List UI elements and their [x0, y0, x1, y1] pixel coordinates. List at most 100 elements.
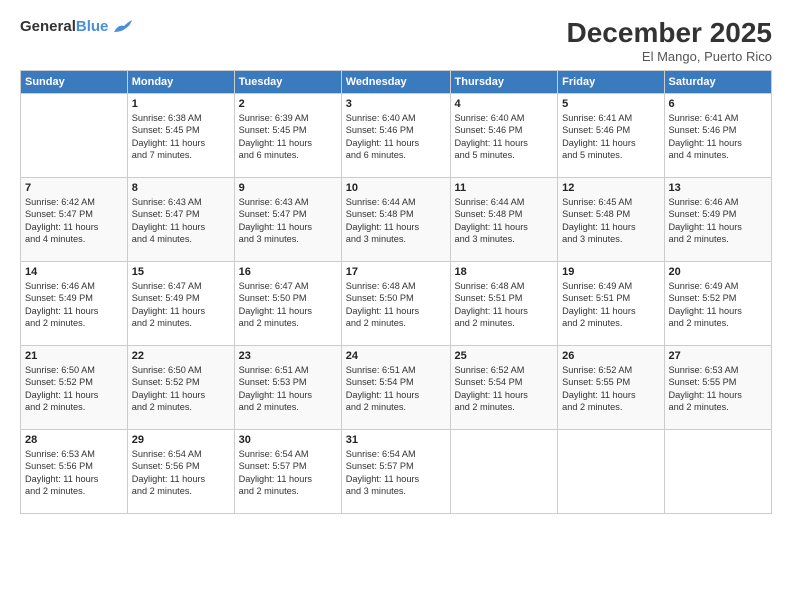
- day-info: Sunrise: 6:52 AMSunset: 5:54 PMDaylight:…: [455, 364, 554, 414]
- table-cell: 23Sunrise: 6:51 AMSunset: 5:53 PMDayligh…: [234, 345, 341, 429]
- day-info: Sunrise: 6:38 AMSunset: 5:45 PMDaylight:…: [132, 112, 230, 162]
- day-number: 6: [669, 98, 768, 110]
- table-cell: 7 Sunrise: 6:42 AMSunset: 5:47 PMDaylight…: [21, 177, 128, 261]
- table-cell: 14 Sunrise: 6:46 AMSunset: 5:49 PMDayligh…: [21, 261, 128, 345]
- header-saturday: Saturday: [664, 70, 772, 93]
- day-number: 24: [346, 350, 446, 362]
- day-number: 10: [346, 182, 446, 194]
- day-info: Sunrise: 6:46 AMSunset: 5:49 PMDaylight:…: [669, 196, 768, 246]
- table-cell: 22Sunrise: 6:50 AMSunset: 5:52 PMDayligh…: [127, 345, 234, 429]
- table-cell: [558, 429, 664, 513]
- day-info: Sunrise: 6:42 AMSunset: 5:47 PMDaylight:…: [25, 196, 123, 246]
- table-cell: 1 Sunrise: 6:38 AMSunset: 5:45 PMDaylight…: [127, 93, 234, 177]
- day-number: 5: [562, 98, 659, 110]
- day-info: Sunrise: 6:50 AMSunset: 5:52 PMDaylight:…: [25, 364, 123, 414]
- header-wednesday: Wednesday: [341, 70, 450, 93]
- table-cell: 31 Sunrise: 6:54 AMSunset: 5:57 PMDayligh…: [341, 429, 450, 513]
- calendar-title: December 2025: [567, 18, 772, 49]
- day-info: Sunrise: 6:51 AMSunset: 5:53 PMDaylight:…: [239, 364, 337, 414]
- day-number: 17: [346, 266, 446, 278]
- table-cell: 26Sunrise: 6:52 AMSunset: 5:55 PMDayligh…: [558, 345, 664, 429]
- table-cell: 19 Sunrise: 6:49 AMSunset: 5:51 PMDayligh…: [558, 261, 664, 345]
- header-thursday: Thursday: [450, 70, 558, 93]
- day-number: 20: [669, 266, 768, 278]
- day-info: Sunrise: 6:44 AMSunset: 5:48 PMDaylight:…: [455, 196, 554, 246]
- calendar-subtitle: El Mango, Puerto Rico: [567, 49, 772, 64]
- week-row-4: 21Sunrise: 6:50 AMSunset: 5:52 PMDayligh…: [21, 345, 772, 429]
- day-info: Sunrise: 6:54 AMSunset: 5:57 PMDaylight:…: [346, 448, 446, 498]
- day-number: 31: [346, 434, 446, 446]
- day-number: 14: [25, 266, 123, 278]
- day-number: 1: [132, 98, 230, 110]
- day-info: Sunrise: 6:48 AMSunset: 5:50 PMDaylight:…: [346, 280, 446, 330]
- table-cell: 6 Sunrise: 6:41 AMSunset: 5:46 PMDaylight…: [664, 93, 772, 177]
- page: GeneralBlue December 2025 El Mango, Puer…: [0, 0, 792, 612]
- logo-bird-icon: [112, 18, 134, 36]
- day-number: 8: [132, 182, 230, 194]
- day-number: 30: [239, 434, 337, 446]
- day-number: 12: [562, 182, 659, 194]
- day-info: Sunrise: 6:41 AMSunset: 5:46 PMDaylight:…: [562, 112, 659, 162]
- table-cell: 8 Sunrise: 6:43 AMSunset: 5:47 PMDaylight…: [127, 177, 234, 261]
- logo-blue: Blue: [76, 18, 109, 35]
- day-info: Sunrise: 6:44 AMSunset: 5:48 PMDaylight:…: [346, 196, 446, 246]
- day-number: 25: [455, 350, 554, 362]
- table-cell: 29Sunrise: 6:54 AMSunset: 5:56 PMDayligh…: [127, 429, 234, 513]
- header-monday: Monday: [127, 70, 234, 93]
- day-info: Sunrise: 6:49 AMSunset: 5:52 PMDaylight:…: [669, 280, 768, 330]
- day-info: Sunrise: 6:46 AMSunset: 5:49 PMDaylight:…: [25, 280, 123, 330]
- day-number: 15: [132, 266, 230, 278]
- day-info: Sunrise: 6:39 AMSunset: 5:45 PMDaylight:…: [239, 112, 337, 162]
- day-info: Sunrise: 6:47 AMSunset: 5:49 PMDaylight:…: [132, 280, 230, 330]
- table-cell: 16Sunrise: 6:47 AMSunset: 5:50 PMDayligh…: [234, 261, 341, 345]
- day-info: Sunrise: 6:43 AMSunset: 5:47 PMDaylight:…: [239, 196, 337, 246]
- table-cell: [664, 429, 772, 513]
- header-friday: Friday: [558, 70, 664, 93]
- day-info: Sunrise: 6:48 AMSunset: 5:51 PMDaylight:…: [455, 280, 554, 330]
- day-info: Sunrise: 6:51 AMSunset: 5:54 PMDaylight:…: [346, 364, 446, 414]
- day-info: Sunrise: 6:41 AMSunset: 5:46 PMDaylight:…: [669, 112, 768, 162]
- day-number: 7: [25, 182, 123, 194]
- week-row-1: 1 Sunrise: 6:38 AMSunset: 5:45 PMDaylight…: [21, 93, 772, 177]
- day-info: Sunrise: 6:50 AMSunset: 5:52 PMDaylight:…: [132, 364, 230, 414]
- day-info: Sunrise: 6:45 AMSunset: 5:48 PMDaylight:…: [562, 196, 659, 246]
- table-cell: 18 Sunrise: 6:48 AMSunset: 5:51 PMDayligh…: [450, 261, 558, 345]
- week-row-2: 7 Sunrise: 6:42 AMSunset: 5:47 PMDaylight…: [21, 177, 772, 261]
- day-number: 27: [669, 350, 768, 362]
- day-info: Sunrise: 6:47 AMSunset: 5:50 PMDaylight:…: [239, 280, 337, 330]
- table-cell: [450, 429, 558, 513]
- table-cell: [21, 93, 128, 177]
- table-cell: 28 Sunrise: 6:53 AMSunset: 5:56 PMDayligh…: [21, 429, 128, 513]
- day-info: Sunrise: 6:53 AMSunset: 5:55 PMDaylight:…: [669, 364, 768, 414]
- table-cell: 9 Sunrise: 6:43 AMSunset: 5:47 PMDaylight…: [234, 177, 341, 261]
- day-number: 3: [346, 98, 446, 110]
- day-info: Sunrise: 6:49 AMSunset: 5:51 PMDaylight:…: [562, 280, 659, 330]
- header-row: Sunday Monday Tuesday Wednesday Thursday…: [21, 70, 772, 93]
- day-number: 13: [669, 182, 768, 194]
- day-number: 9: [239, 182, 337, 194]
- table-cell: 10 Sunrise: 6:44 AMSunset: 5:48 PMDayligh…: [341, 177, 450, 261]
- day-info: Sunrise: 6:53 AMSunset: 5:56 PMDaylight:…: [25, 448, 123, 498]
- table-cell: 25 Sunrise: 6:52 AMSunset: 5:54 PMDayligh…: [450, 345, 558, 429]
- table-cell: 11Sunrise: 6:44 AMSunset: 5:48 PMDayligh…: [450, 177, 558, 261]
- table-cell: 3Sunrise: 6:40 AMSunset: 5:46 PMDaylight…: [341, 93, 450, 177]
- table-cell: 5 Sunrise: 6:41 AMSunset: 5:46 PMDaylight…: [558, 93, 664, 177]
- day-info: Sunrise: 6:54 AMSunset: 5:57 PMDaylight:…: [239, 448, 337, 498]
- week-row-5: 28 Sunrise: 6:53 AMSunset: 5:56 PMDayligh…: [21, 429, 772, 513]
- table-cell: 2Sunrise: 6:39 AMSunset: 5:45 PMDaylight…: [234, 93, 341, 177]
- day-number: 29: [132, 434, 230, 446]
- day-info: Sunrise: 6:43 AMSunset: 5:47 PMDaylight:…: [132, 196, 230, 246]
- title-block: December 2025 El Mango, Puerto Rico: [567, 18, 772, 64]
- table-cell: 24 Sunrise: 6:51 AMSunset: 5:54 PMDayligh…: [341, 345, 450, 429]
- header: GeneralBlue December 2025 El Mango, Puer…: [20, 18, 772, 64]
- day-number: 28: [25, 434, 123, 446]
- header-tuesday: Tuesday: [234, 70, 341, 93]
- day-info: Sunrise: 6:52 AMSunset: 5:55 PMDaylight:…: [562, 364, 659, 414]
- day-info: Sunrise: 6:40 AMSunset: 5:46 PMDaylight:…: [455, 112, 554, 162]
- header-sunday: Sunday: [21, 70, 128, 93]
- day-number: 19: [562, 266, 659, 278]
- logo: GeneralBlue: [20, 18, 134, 36]
- table-cell: 20 Sunrise: 6:49 AMSunset: 5:52 PMDayligh…: [664, 261, 772, 345]
- logo-general: GeneralBlue: [20, 18, 108, 35]
- day-number: 18: [455, 266, 554, 278]
